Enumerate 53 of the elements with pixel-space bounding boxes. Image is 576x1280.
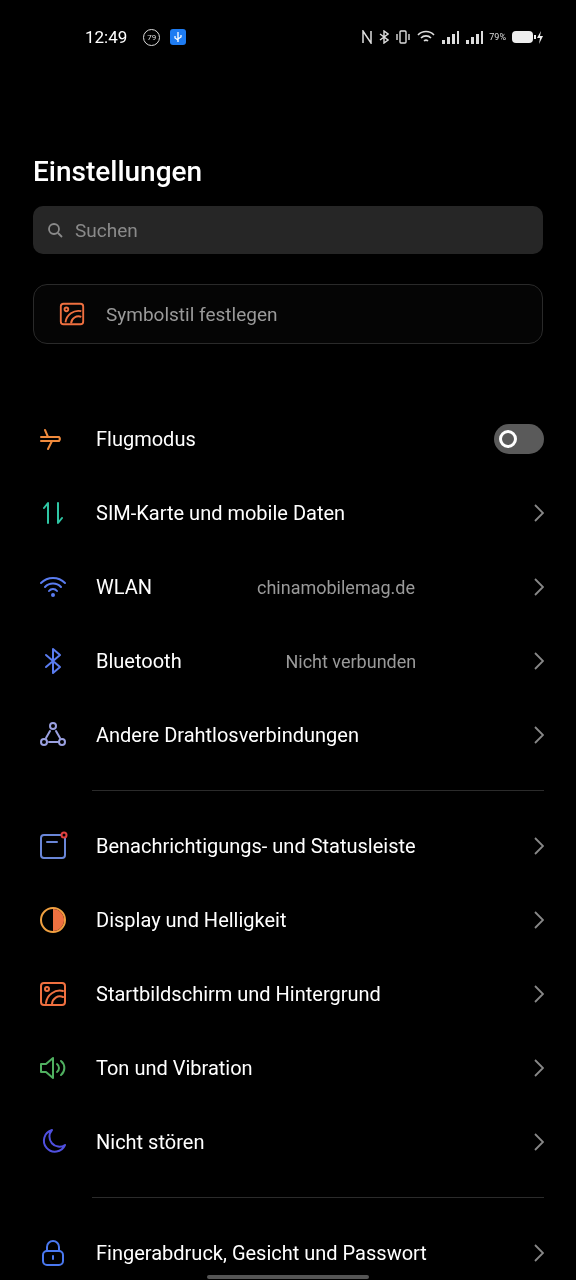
chevron-icon — [534, 1244, 544, 1262]
vibrate-icon — [395, 30, 412, 44]
row-label: Nicht stören — [96, 1130, 205, 1154]
search-icon — [47, 222, 63, 238]
wifi-icon — [417, 30, 436, 44]
chevron-icon — [534, 985, 544, 1003]
settings-row[interactable]: Startbildschirm und Hintergrund — [0, 957, 576, 1031]
chevron-icon — [534, 911, 544, 929]
settings-row[interactable]: Fingerabdruck, Gesicht und Passwort — [0, 1216, 576, 1280]
row-value: Nicht verbunden — [285, 650, 417, 672]
settings-row[interactable]: Nicht stören — [0, 1105, 576, 1179]
row-label: SIM-Karte und mobile Daten — [96, 501, 346, 525]
battery-charging-icon — [512, 30, 544, 44]
toggle-switch[interactable] — [494, 424, 544, 454]
settings-row[interactable]: Flugmodus — [0, 402, 576, 476]
settings-row[interactable]: Display und Helligkeit — [0, 883, 576, 957]
signal-icon — [441, 30, 460, 44]
row-label: WLAN — [96, 575, 152, 599]
chevron-icon — [534, 504, 544, 522]
settings-row[interactable]: Ton und Vibration — [0, 1031, 576, 1105]
signal-icon — [465, 30, 484, 44]
nfc-icon — [361, 30, 374, 44]
usb-icon — [170, 29, 187, 45]
search-field[interactable]: Suchen — [33, 206, 543, 254]
row-label: Ton und Vibration — [96, 1056, 253, 1080]
settings-row[interactable]: Bluetooth Nicht verbunden — [0, 624, 576, 698]
settings-row[interactable]: SIM-Karte und mobile Daten — [0, 476, 576, 550]
chevron-icon — [534, 837, 544, 855]
settings-row[interactable]: WLAN chinamobilemag.de — [0, 550, 576, 624]
row-label: Bluetooth — [96, 649, 182, 673]
status-time: 12:49 — [85, 27, 128, 47]
row-label: Display und Helligkeit — [96, 908, 287, 932]
contrast-icon — [38, 905, 68, 935]
settings-row[interactable]: Andere Drahtlosverbindungen — [0, 698, 576, 772]
chevron-icon — [534, 1059, 544, 1077]
row-label: Flugmodus — [96, 427, 196, 451]
chevron-icon — [534, 726, 544, 744]
row-label: Benachrichtigungs- und Statusleiste — [96, 834, 416, 858]
row-label: Andere Drahtlosverbindungen — [96, 723, 359, 747]
row-label: Fingerabdruck, Gesicht und Passwort — [96, 1241, 427, 1265]
row-value: chinamobilemag.de — [257, 576, 415, 598]
row-label: Startbildschirm und Hintergrund — [96, 982, 381, 1006]
battery-percent: 79% — [489, 32, 506, 42]
chevron-icon — [534, 578, 544, 596]
bluetooth-icon — [379, 30, 390, 44]
chevron-icon — [534, 652, 544, 670]
chevron-icon — [534, 1133, 544, 1151]
image-icon — [38, 979, 68, 1009]
notification-panel-icon — [38, 831, 68, 861]
image-icon — [58, 300, 86, 328]
page-title: Einstellungen — [33, 154, 204, 190]
icon-style-button[interactable]: Symbolstil festlegen — [33, 284, 543, 344]
settings-row[interactable]: Benachrichtigungs- und Statusleiste — [0, 809, 576, 883]
